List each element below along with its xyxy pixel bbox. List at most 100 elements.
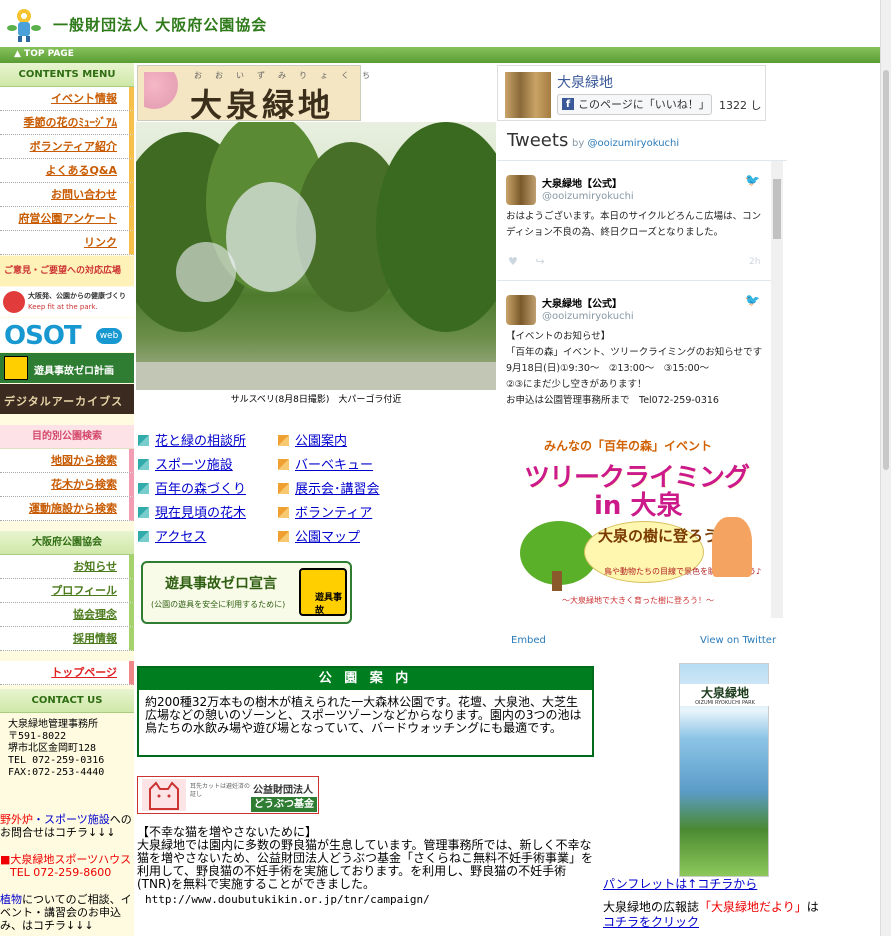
tree-climbing-event-image[interactable]: みんなの「百年の森」イベント ツリークライミング in 大泉 大泉の樹に登ろう！…	[512, 437, 762, 607]
search-by-map[interactable]: 地図から検索	[0, 449, 134, 473]
bullet-icon	[138, 459, 149, 470]
assoc-profile[interactable]: プロフィール	[0, 579, 134, 603]
link-exhibition[interactable]: 展示会･講習会	[278, 478, 380, 497]
zero-banner-title: 遊具事故ゼロ宣言	[165, 576, 277, 592]
tweet[interactable]: 大泉緑地【公式】 @ooizumiryokuchi 🐦 【イベントのお知らせ】 …	[497, 281, 771, 618]
mascot-logo-icon[interactable]	[4, 4, 44, 44]
health-banner[interactable]: 大阪発、公園からの健康づくり Keep fit at the park.	[0, 287, 134, 317]
page-scroll-thumb[interactable]	[883, 70, 889, 470]
plant-consult-note[interactable]: 植物についてのご相談、イ ベント・講習会のお申込 み、はコチラ↓↓↓	[0, 889, 134, 932]
facebook-page-photo[interactable]	[505, 72, 551, 118]
tweet-time[interactable]: 2h	[749, 257, 760, 267]
contact-heading: CONTACT US	[0, 689, 134, 713]
link-bbq[interactable]: バーベキュー	[278, 454, 373, 473]
health-banner-sub: Keep fit at the park.	[28, 303, 98, 311]
contents-menu-heading: CONTENTS MENU	[0, 63, 134, 87]
park-search-heading: 目的別公園検索	[0, 425, 134, 449]
newsletter-link[interactable]: コチラをクリック	[603, 915, 699, 929]
cat-notice-body: 大泉緑地では園内に多数の野良猫が生息しています。管理事務所では、新しく不幸な猫を…	[137, 838, 594, 891]
cat-notice-url[interactable]: http://www.doubutukikin.or.jp/tnr/campai…	[145, 893, 600, 906]
top-page-bar[interactable]: ▲ TOP PAGE	[0, 47, 880, 63]
facebook-page-name[interactable]: 大泉緑地	[557, 72, 613, 92]
plant-note-line2: ベント・講習会のお申込	[0, 906, 121, 919]
top-page-button[interactable]: トップページ	[0, 661, 134, 685]
newsletter-prefix: 大泉緑地の広報誌	[603, 900, 700, 914]
menu-item-contact[interactable]: お問い合わせ	[0, 183, 134, 207]
tweet-author[interactable]: 大泉緑地【公式】	[542, 295, 622, 310]
link-sports[interactable]: スポーツ施設	[138, 454, 233, 473]
pamphlet-link[interactable]: パンフレットは↑コチラから	[603, 875, 757, 892]
twitter-timeline[interactable]: 大泉緑地【公式】 @ooizumiryokuchi 🐦 おはようございます。本日…	[497, 160, 787, 618]
link-volunteer[interactable]: ボランティア	[278, 502, 372, 521]
assoc-recruit[interactable]: 採用情報	[0, 627, 134, 651]
sports-house-tel: TEL 072-259-8600	[10, 866, 112, 879]
link-access[interactable]: アクセス	[138, 526, 206, 545]
animal-fund-line1: 公益財団法人	[253, 785, 313, 796]
view-on-twitter-link[interactable]: View on Twitter	[700, 635, 776, 646]
osot-logo: OSOT	[4, 321, 82, 351]
like-icon[interactable]: ♥	[508, 255, 518, 268]
bullet-icon	[138, 531, 149, 542]
org-title[interactable]: 一般財団法人 大阪府公園協会	[53, 14, 267, 35]
menu-item-flower-museum[interactable]: 季節の花のﾐｭｰｼﾞｱﾑ	[0, 111, 134, 135]
tweet-handle[interactable]: @ooizumiryokuchi	[542, 191, 634, 202]
twitter-bird-icon[interactable]: 🐦	[745, 173, 760, 187]
bbq-note-line2: お問合せはコチラ↓↓↓	[0, 826, 116, 839]
facebook-like-button[interactable]: このページに「いいね！」	[557, 94, 712, 115]
page-scrollbar[interactable]	[880, 0, 891, 936]
link-row: 百年の森づくり 展示会･講習会	[138, 478, 498, 502]
tweet[interactable]: 大泉緑地【公式】 @ooizumiryokuchi 🐦 おはようございます。本日…	[497, 161, 771, 281]
pamphlet-thumbnail[interactable]: 大泉緑地 OIZUMI RYOKUCHI PARK	[679, 663, 770, 877]
top-page-link[interactable]: ▲ TOP PAGE	[14, 49, 74, 59]
osot-web-banner[interactable]: OSOT web	[0, 318, 134, 352]
link-park-guide[interactable]: 公園案内	[278, 430, 347, 449]
link-label: 現在見頃の花木	[155, 506, 247, 521]
tweet-handle[interactable]: @ooizumiryokuchi	[542, 311, 634, 322]
menu-spacer	[0, 415, 134, 425]
menu-item-faq[interactable]: よくあるQ&A	[0, 159, 134, 183]
bullet-icon	[278, 483, 289, 494]
assoc-news[interactable]: お知らせ	[0, 555, 134, 579]
timeline-scroll-thumb[interactable]	[773, 179, 781, 239]
zero-accident-declaration-banner[interactable]: 遊具事故ゼロ宣言 (公園の遊具を安全に利用するために) 遊具事故	[141, 561, 352, 624]
link-map[interactable]: 公園マップ	[278, 526, 360, 545]
menu-item-survey[interactable]: 府営公園アンケート	[0, 207, 134, 231]
tweet-avatar[interactable]	[506, 295, 536, 325]
tweet-author[interactable]: 大泉緑地【公式】	[542, 175, 622, 190]
link-label: バーベキュー	[295, 458, 374, 473]
link-label: 百年の森づくり	[155, 482, 247, 497]
digital-archive-banner[interactable]: デジタルアーカイブス	[0, 384, 134, 414]
link-forest[interactable]: 百年の森づくり	[138, 478, 246, 497]
zero-accident-banner[interactable]: 遊具事故ゼロ計画	[0, 353, 134, 383]
twitter-embed-link[interactable]: Embed	[511, 635, 546, 646]
park-guide-title: 公 園 案 内	[139, 668, 592, 690]
menu-item-volunteer[interactable]: ボランティア紹介	[0, 135, 134, 159]
stray-cat-notice: 【不幸な猫を増やさないために】 大泉緑地では園内に多数の野良猫が生息しています。…	[137, 826, 600, 907]
twitter-bird-icon[interactable]: 🐦	[745, 293, 760, 307]
search-by-sports[interactable]: 運動施設から検索	[0, 497, 134, 521]
assoc-philosophy[interactable]: 協会理念	[0, 603, 134, 627]
animal-fund-line2: どうぶつ基金	[251, 797, 317, 812]
tweets-by-handle[interactable]: @ooizumiryokuchi	[587, 138, 679, 149]
share-icon[interactable]: ↪	[535, 255, 544, 268]
park-guide-body: 約200種32万本もの樹木が植えられた一大森林公園です。花壇、大泉池、大芝生広場…	[145, 695, 582, 735]
tweet-avatar[interactable]	[506, 175, 536, 205]
zero-accident-label: 遊具事故ゼロ計画	[34, 366, 114, 377]
request-banner[interactable]: ご意見・ご要望への対応広場	[0, 256, 134, 286]
bbq-sports-note[interactable]: 野外炉・スポーツ施設への お問合せはコチラ↓↓↓	[0, 809, 134, 839]
search-by-flower[interactable]: 花木から検索	[0, 473, 134, 497]
link-flower-consult[interactable]: 花と緑の相談所	[138, 430, 246, 449]
menu-item-links[interactable]: リンク	[0, 231, 134, 255]
contact-line: TEL 072-259-0316	[8, 755, 105, 766]
pamphlet-title: 大泉緑地	[680, 684, 770, 701]
tweets-title: Tweets	[507, 130, 569, 151]
request-banner-label: ご意見・ご要望への対応広場	[4, 266, 122, 276]
link-blooming[interactable]: 現在見頃の花木	[138, 502, 246, 521]
menu-item-events[interactable]: イベント情報	[0, 87, 134, 111]
animal-fund-banner[interactable]: 耳先カットは避妊済の証し 公益財団法人 どうぶつ基金	[137, 776, 319, 814]
osot-web-badge: web	[96, 328, 122, 344]
newsletter-suffix: は	[806, 900, 819, 914]
timeline-scrollbar[interactable]	[771, 161, 783, 618]
bullet-icon	[138, 435, 149, 446]
park-links: 花と緑の相談所 公園案内 スポーツ施設 バーベキュー 百年の森づくり 展示会･講…	[138, 430, 498, 550]
